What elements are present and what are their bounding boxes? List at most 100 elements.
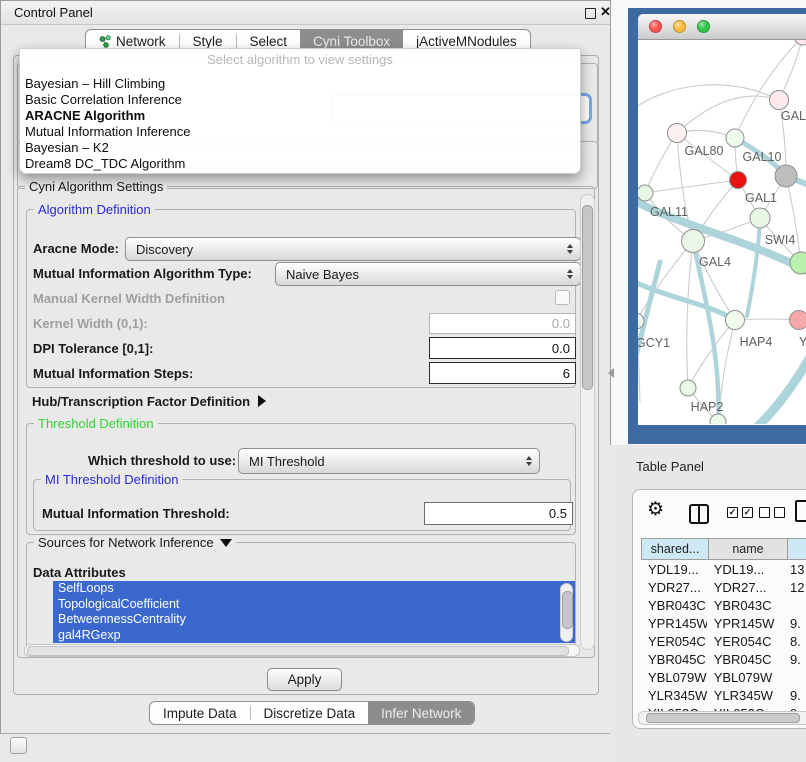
table-cell[interactable]: YBL079W <box>641 670 707 685</box>
which-threshold-combobox[interactable]: MI Threshold <box>238 448 540 474</box>
group-title: Threshold Definition <box>34 416 158 431</box>
mi-threshold-field[interactable]: 0.5 <box>424 502 573 525</box>
settings-horizontal-scrollbar[interactable] <box>24 644 580 657</box>
node-label: HAP4 <box>740 335 773 349</box>
network-node-GAL-partial[interactable] <box>770 91 789 110</box>
checked-boxes-icon[interactable]: ✓✓ <box>727 507 753 518</box>
table-cell[interactable]: 9. <box>783 616 806 631</box>
table-cell[interactable]: YBR043C <box>707 598 783 613</box>
table-cell[interactable]: YER054C <box>707 634 783 649</box>
scrollbar-thumb[interactable] <box>646 713 800 723</box>
unchecked-boxes-icon[interactable] <box>759 507 785 518</box>
table-cell[interactable]: YDL19... <box>707 562 783 577</box>
scrollbar-thumb[interactable] <box>582 205 593 390</box>
algorithm-option-5[interactable]: Dream8 DC_TDC Algorithm <box>20 156 580 172</box>
manual-kernel-checkbox[interactable] <box>555 290 570 305</box>
float-window-icon[interactable] <box>585 8 596 19</box>
panel-splitter-handle[interactable] <box>608 368 614 378</box>
mac-zoom-button[interactable] <box>697 20 710 33</box>
network-node-GAL4[interactable] <box>682 230 705 253</box>
mac-close-button[interactable] <box>649 20 662 33</box>
table-cell[interactable]: YBR045C <box>707 652 783 667</box>
table-cell[interactable]: YPR145W <box>707 616 783 631</box>
table-row[interactable]: YER054CYER054C8. <box>641 632 806 650</box>
column-header-name[interactable]: name <box>709 538 788 560</box>
node-label: Y <box>799 335 806 349</box>
mi-steps-field[interactable]: 6 <box>429 362 576 384</box>
scrollbar-thumb[interactable] <box>562 591 573 629</box>
hub-factor-expander[interactable]: Hub/Transcription Factor Definition <box>32 394 266 409</box>
table-cell[interactable]: 13 <box>783 562 806 577</box>
column-split-icon[interactable] <box>689 504 709 524</box>
network-edge <box>645 133 677 193</box>
table-cell[interactable]: YBL079W <box>707 670 783 685</box>
settings-vertical-scrollbar[interactable] <box>580 194 595 650</box>
network-window-titlebar[interactable] <box>638 14 806 40</box>
mac-minimize-button[interactable] <box>673 20 686 33</box>
table-cell[interactable]: 9. <box>783 652 806 667</box>
table-cell[interactable]: YLR345W <box>641 688 707 703</box>
sources-collapser[interactable]: Sources for Network Inference <box>34 535 236 550</box>
gear-icon[interactable]: ⚙ <box>647 498 664 521</box>
table-row[interactable]: YDR27...YDR27...12 <box>641 578 806 596</box>
algorithm-option-2[interactable]: ARACNE Algorithm <box>20 108 580 124</box>
manual-kernel-label: Manual Kernel Width Definition <box>33 291 225 306</box>
table-cell[interactable]: YER054C <box>641 634 707 649</box>
close-icon[interactable]: ✕ <box>600 4 611 20</box>
data-attributes-list[interactable]: SelfLoopsTopologicalCoefficientBetweenne… <box>53 581 575 643</box>
attribute-list-item[interactable]: gal4RGexp <box>53 628 575 644</box>
network-node-HAP2[interactable] <box>680 380 696 396</box>
table-cell[interactable]: YBR043C <box>641 598 707 613</box>
network-canvas[interactable]: GALGAL80GAL10GAL1GAL11SWI4GAL4GCY1HAP4YH… <box>638 40 806 424</box>
table-cell[interactable]: YDL19... <box>641 562 707 577</box>
table-cell[interactable]: YBR045C <box>641 652 707 667</box>
network-node-selected-red[interactable] <box>730 172 747 189</box>
column-header-shared...[interactable]: shared... <box>641 538 709 560</box>
node-label: GAL80 <box>685 144 724 158</box>
table-cell[interactable]: 9. <box>783 688 806 703</box>
tab-infer-network[interactable]: Infer Network <box>368 702 474 724</box>
table-cell[interactable]: YDR27... <box>707 580 783 595</box>
column-header-partial[interactable] <box>788 538 806 560</box>
table-row[interactable]: YDL19...YDL19...13 <box>641 560 806 578</box>
node-label: HAP2 <box>691 400 724 414</box>
collapsed-panel-icon[interactable] <box>10 737 27 754</box>
table-row[interactable]: YBL079WYBL079W <box>641 668 806 686</box>
table-cell[interactable]: 8. <box>783 634 806 649</box>
network-node-bright-green[interactable] <box>790 252 806 274</box>
list-vertical-scrollbar[interactable] <box>560 583 573 642</box>
network-node-GAL10[interactable] <box>726 129 744 147</box>
algorithm-option-1[interactable]: Basic Correlation Inference <box>20 92 580 108</box>
apply-button[interactable]: Apply <box>267 668 342 691</box>
network-node-GAL80[interactable] <box>668 124 687 143</box>
document-icon[interactable] <box>795 500 806 522</box>
control-panel-titlebar[interactable]: Control Panel ✕ <box>1 1 610 25</box>
table-cell[interactable]: YDR27... <box>641 580 707 595</box>
aracne-mode-combobox[interactable]: Discovery <box>125 237 581 261</box>
scrollbar-thumb[interactable] <box>27 646 569 656</box>
attribute-list-item[interactable]: BetweennessCentrality <box>53 612 575 628</box>
attribute-list-item[interactable]: TopologicalCoefficient <box>53 597 575 613</box>
attribute-list-item[interactable]: SelfLoops <box>53 581 575 597</box>
network-node-gray-node[interactable] <box>775 165 797 187</box>
table-cell[interactable]: YLR345W <box>707 688 783 703</box>
network-node-GAL1[interactable] <box>750 208 770 228</box>
table-horizontal-scrollbar[interactable] <box>638 711 806 725</box>
kernel-width-field[interactable]: 0.0 <box>429 313 576 334</box>
table-cell[interactable]: 12 <box>783 580 806 595</box>
algorithm-option-4[interactable]: Bayesian – K2 <box>20 140 580 156</box>
algorithm-option-0[interactable]: Bayesian – Hill Climbing <box>20 76 580 92</box>
tab-impute-data[interactable]: Impute Data <box>150 702 250 724</box>
table-row[interactable]: YBR045CYBR045C9. <box>641 650 806 668</box>
network-node-salmon-node[interactable] <box>790 311 806 330</box>
mi-type-combobox[interactable]: Naive Bayes <box>275 262 581 286</box>
dpi-tolerance-field[interactable]: 0.0 <box>429 337 576 359</box>
table-row[interactable]: YLR345WYLR345W9. <box>641 686 806 704</box>
algorithm-option-3[interactable]: Mutual Information Inference <box>20 124 580 140</box>
network-node-HAP4[interactable] <box>726 311 745 330</box>
network-node-GAL11[interactable] <box>638 185 653 201</box>
table-cell[interactable]: YPR145W <box>641 616 707 631</box>
table-row[interactable]: YBR043CYBR043C <box>641 596 806 614</box>
tab-discretize-data[interactable]: Discretize Data <box>251 702 369 724</box>
table-row[interactable]: YPR145WYPR145W9. <box>641 614 806 632</box>
